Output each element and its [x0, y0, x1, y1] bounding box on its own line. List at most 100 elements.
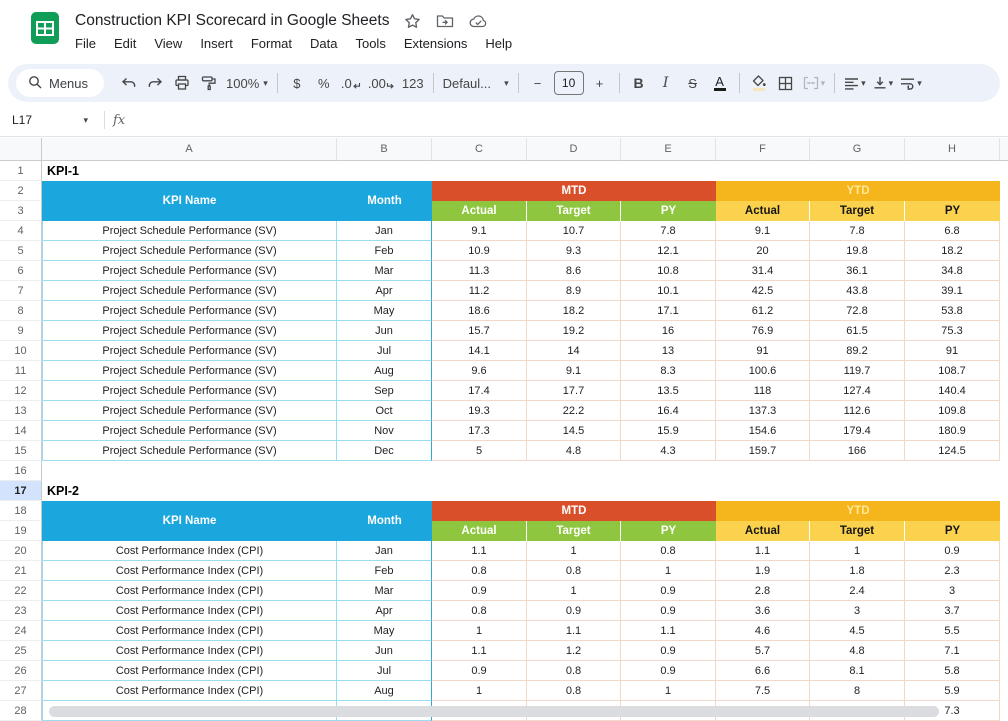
cell-kpi-name[interactable]: Project Schedule Performance (SV) — [42, 401, 337, 421]
select-all-corner[interactable] — [0, 138, 42, 161]
row-header-18[interactable]: 18 — [0, 501, 42, 521]
cell-month[interactable]: Mar — [337, 581, 432, 601]
cell-value[interactable]: 36.1 — [810, 261, 905, 281]
cell-value[interactable]: 9.1 — [527, 361, 621, 381]
increase-font-size-button[interactable]: + — [587, 70, 613, 96]
cell-value[interactable]: 154.6 — [716, 421, 810, 441]
menu-help[interactable]: Help — [477, 35, 520, 52]
cell-value[interactable]: 1 — [432, 681, 527, 701]
cell-value[interactable]: 34.8 — [905, 261, 1000, 281]
cell-value[interactable]: 16 — [621, 321, 716, 341]
cell-value[interactable]: 91 — [716, 341, 810, 361]
cell-value[interactable]: 16.4 — [621, 401, 716, 421]
cell-value[interactable]: 118 — [716, 381, 810, 401]
cell-value[interactable]: 0.9 — [905, 541, 1000, 561]
paint-format-icon[interactable] — [196, 70, 222, 96]
cell-value[interactable]: 14.1 — [432, 341, 527, 361]
header-mtd[interactable]: MTD — [432, 181, 716, 201]
cell-value[interactable]: 76.9 — [716, 321, 810, 341]
cell-value[interactable]: 43.8 — [810, 281, 905, 301]
cell-value[interactable]: 4.5 — [810, 621, 905, 641]
cell-value[interactable]: 109.8 — [905, 401, 1000, 421]
horizontal-align-icon[interactable]: ▾ — [841, 70, 869, 96]
document-title[interactable]: Construction KPI Scorecard in Google She… — [75, 12, 389, 30]
cell-value[interactable]: 1.1 — [432, 541, 527, 561]
cell-value[interactable]: 6.6 — [716, 661, 810, 681]
cell-value[interactable]: 0.9 — [432, 581, 527, 601]
cell-month[interactable]: Jul — [337, 661, 432, 681]
cell-month[interactable]: Dec — [337, 441, 432, 461]
row-header-1[interactable]: 1 — [0, 161, 42, 181]
cell-value[interactable]: 42.5 — [716, 281, 810, 301]
cell-month[interactable]: Apr — [337, 281, 432, 301]
cell-value[interactable]: 3.6 — [716, 601, 810, 621]
cell-value[interactable]: 13 — [621, 341, 716, 361]
section-label[interactable]: KPI-1 — [42, 161, 432, 181]
row-header-4[interactable]: 4 — [0, 221, 42, 241]
cell-value[interactable]: 119.7 — [810, 361, 905, 381]
cell-value[interactable]: 140.4 — [905, 381, 1000, 401]
cell-value[interactable]: 22.2 — [527, 401, 621, 421]
header-ytd-actual[interactable]: Actual — [716, 521, 810, 541]
column-header-c[interactable]: C — [432, 138, 527, 161]
cell-month[interactable]: Feb — [337, 561, 432, 581]
row-header-20[interactable]: 20 — [0, 541, 42, 561]
cell-month[interactable]: Oct — [337, 401, 432, 421]
cell-value[interactable]: 1.1 — [432, 641, 527, 661]
cell-value[interactable]: 91 — [905, 341, 1000, 361]
cell-month[interactable]: Mar — [337, 261, 432, 281]
row-header-17[interactable]: 17 — [0, 481, 42, 501]
cell-value[interactable]: 179.4 — [810, 421, 905, 441]
text-wrap-icon[interactable]: ▾ — [897, 70, 925, 96]
undo-button[interactable] — [115, 70, 141, 96]
more-formats-button[interactable]: 123 — [399, 70, 427, 96]
row-header-2[interactable]: 2 — [0, 181, 42, 201]
cell-kpi-name[interactable]: Cost Performance Index (CPI) — [42, 541, 337, 561]
cell-value[interactable]: 180.9 — [905, 421, 1000, 441]
row-header-28[interactable]: 28 — [0, 701, 42, 721]
cell-kpi-name[interactable]: Project Schedule Performance (SV) — [42, 361, 337, 381]
header-kpi-name[interactable]: KPI Name — [42, 181, 337, 221]
vertical-align-icon[interactable]: ▾ — [870, 70, 897, 96]
header-mtd-py[interactable]: PY — [621, 201, 716, 221]
cell-value[interactable]: 39.1 — [905, 281, 1000, 301]
row-header-22[interactable]: 22 — [0, 581, 42, 601]
cell-value[interactable]: 14 — [527, 341, 621, 361]
cell-kpi-name[interactable]: Project Schedule Performance (SV) — [42, 301, 337, 321]
cell-value[interactable]: 166 — [810, 441, 905, 461]
cell-value[interactable]: 20 — [716, 241, 810, 261]
column-header-f[interactable]: F — [716, 138, 810, 161]
cell-value[interactable]: 8.3 — [621, 361, 716, 381]
cell-kpi-name[interactable]: Project Schedule Performance (SV) — [42, 321, 337, 341]
cell-kpi-name[interactable]: Cost Performance Index (CPI) — [42, 621, 337, 641]
cell-value[interactable]: 112.6 — [810, 401, 905, 421]
row-header-3[interactable]: 3 — [0, 201, 42, 221]
header-mtd-target[interactable]: Target — [527, 521, 621, 541]
row-header-23[interactable]: 23 — [0, 601, 42, 621]
cell-value[interactable]: 0.8 — [432, 561, 527, 581]
header-mtd[interactable]: MTD — [432, 501, 716, 521]
header-mtd-actual[interactable]: Actual — [432, 201, 527, 221]
cell-value[interactable]: 14.5 — [527, 421, 621, 441]
cell-kpi-name[interactable]: Project Schedule Performance (SV) — [42, 221, 337, 241]
increase-decimal-button[interactable]: .00 — [365, 70, 398, 96]
header-kpi-name[interactable]: KPI Name — [42, 501, 337, 541]
cell-month[interactable]: Aug — [337, 681, 432, 701]
row-header-25[interactable]: 25 — [0, 641, 42, 661]
cell-kpi-name[interactable]: Project Schedule Performance (SV) — [42, 241, 337, 261]
format-percent-button[interactable]: % — [311, 70, 337, 96]
cell-kpi-name[interactable]: Project Schedule Performance (SV) — [42, 381, 337, 401]
row-header-21[interactable]: 21 — [0, 561, 42, 581]
cell-value[interactable]: 19.3 — [432, 401, 527, 421]
cell-value[interactable]: 15.9 — [621, 421, 716, 441]
cell-value[interactable]: 1 — [810, 541, 905, 561]
cell-value[interactable]: 17.7 — [527, 381, 621, 401]
column-header-d[interactable]: D — [527, 138, 621, 161]
cell-kpi-name[interactable]: Cost Performance Index (CPI) — [42, 681, 337, 701]
cell-value[interactable]: 0.8 — [432, 601, 527, 621]
cell-value[interactable]: 0.9 — [432, 661, 527, 681]
cell-value[interactable]: 61.2 — [716, 301, 810, 321]
cell-value[interactable]: 19.2 — [527, 321, 621, 341]
cell-value[interactable]: 9.1 — [716, 221, 810, 241]
cell-value[interactable]: 2.4 — [810, 581, 905, 601]
